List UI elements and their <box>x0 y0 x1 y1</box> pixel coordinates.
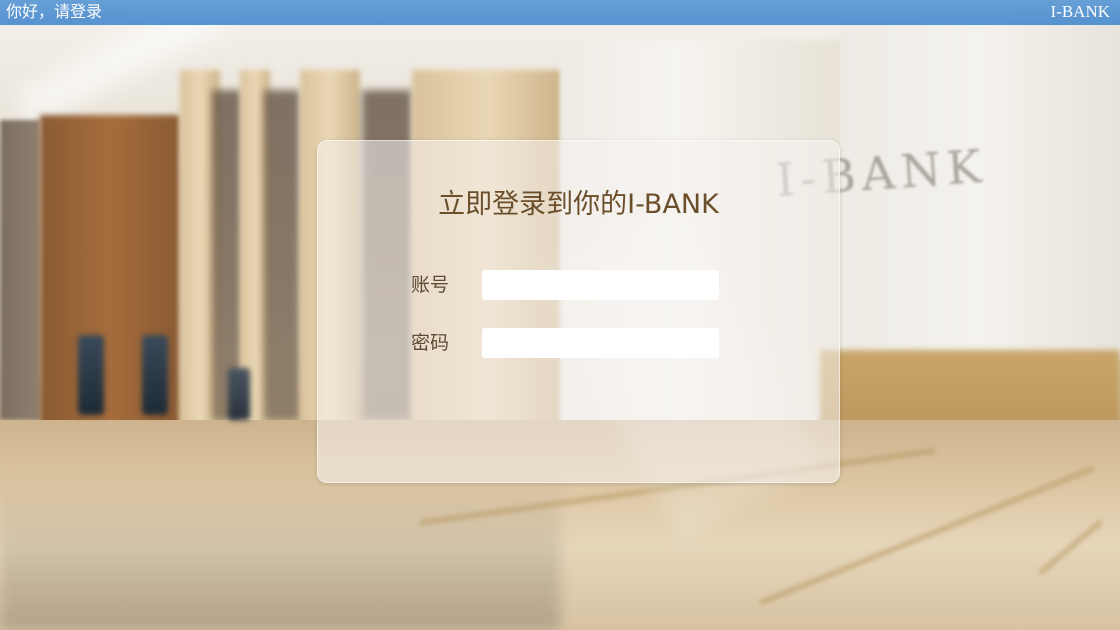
kiosk <box>142 335 168 415</box>
elevator-door <box>264 90 300 420</box>
kiosk <box>228 368 250 420</box>
account-input[interactable] <box>482 270 719 300</box>
brand-name: I-BANK <box>1050 2 1111 21</box>
password-input[interactable] <box>482 328 719 358</box>
login-panel: 立即登录到你的I-BANK 账号 密码 <box>317 140 840 483</box>
password-label: 密码 <box>411 332 450 354</box>
top-bar: 你好，请登录 I-BANK <box>0 0 1120 25</box>
floor-shadow <box>0 470 560 630</box>
login-title: 立即登录到你的I-BANK <box>438 189 719 220</box>
left-wall <box>0 120 40 420</box>
account-label: 账号 <box>411 274 450 296</box>
kiosk <box>78 335 104 415</box>
login-prompt-link[interactable]: 你好，请登录 <box>6 2 102 22</box>
